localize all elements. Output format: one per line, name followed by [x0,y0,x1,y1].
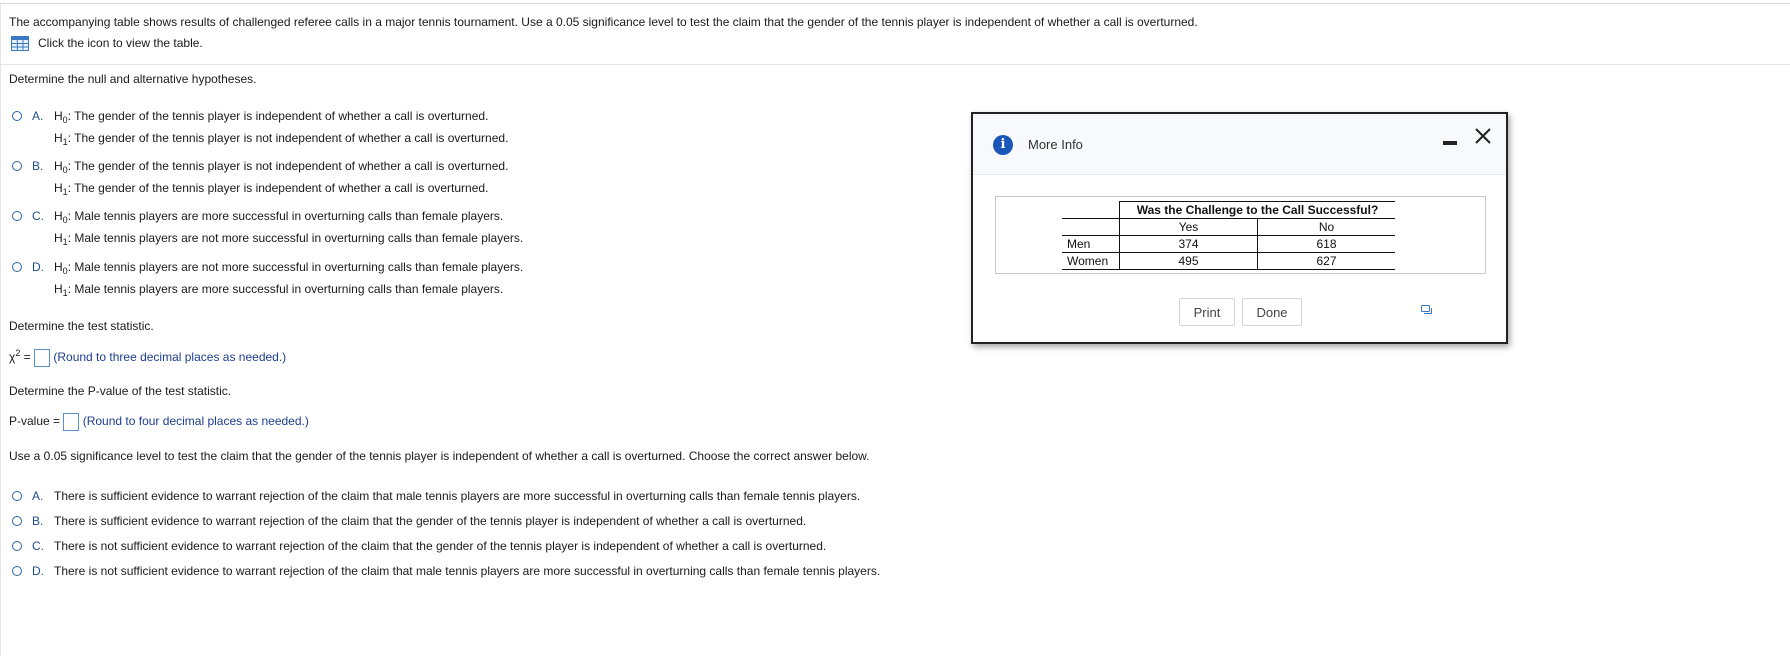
top-border [0,3,1790,4]
close-icon[interactable] [1473,126,1493,146]
conclusion-option-d-text: There is not sufficient evidence to warr… [54,564,881,578]
table-header: Was the Challenge to the Call Successful… [1119,201,1395,219]
hypotheses-prompt: Determine the null and alternative hypot… [9,72,257,86]
column-header-yes: Yes [1119,218,1258,236]
hypothesis-option-b-radio[interactable] [12,161,22,171]
hypothesis-option-b-letter: B. [32,159,44,173]
conclusion-option-a-text: There is sufficient evidence to warrant … [54,489,861,503]
hypothesis-option-d-letter: D. [32,260,44,274]
cell-women-yes: 495 [1119,252,1258,270]
pvalue-input[interactable] [63,413,80,431]
row-label-women: Women [1062,252,1120,270]
conclusion-option-b-letter: B. [32,514,44,528]
minimize-icon[interactable] [1443,141,1457,145]
hypothesis-option-c-radio[interactable] [12,211,22,221]
hypothesis-option-d-radio[interactable] [12,262,22,272]
hypothesis-option-c-h1: H1: Male tennis players are not more suc… [54,231,524,247]
conclusion-option-b-text: There is sufficient evidence to warrant … [54,514,807,528]
test-statistic-input[interactable] [34,349,51,367]
row-label-men: Men [1062,235,1120,253]
pvalue-label: P-value = [9,414,61,429]
cell-women-no: 627 [1257,252,1395,270]
hypothesis-option-a-h1: H1: The gender of the tennis player is n… [54,131,509,147]
test-statistic-row: χ2 = (Round to three decimal places as n… [9,348,287,367]
print-button[interactable]: Print [1179,298,1235,326]
test-statistic-prompt: Determine the test statistic. [9,319,154,333]
more-info-dialog: i More Info Was the Challenge to the Cal… [971,112,1508,344]
info-icon: i [993,135,1013,155]
dialog-title: More Info [1028,137,1083,152]
conclusion-option-c-radio[interactable] [12,541,22,551]
done-button[interactable]: Done [1242,298,1302,326]
cell-men-no: 618 [1257,235,1395,253]
dialog-header: i More Info [973,114,1506,175]
cell-men-yes: 374 [1119,235,1258,253]
hypothesis-option-c-letter: C. [32,209,44,223]
question-intro: The accompanying table shows results of … [9,15,1198,29]
conclusion-prompt: Use a 0.05 significance level to test th… [9,449,870,463]
conclusion-option-c-text: There is not sufficient evidence to warr… [54,539,827,553]
table-icon[interactable] [11,36,29,51]
conclusion-option-a-radio[interactable] [12,491,22,501]
left-border [0,4,1,656]
conclusion-option-b-radio[interactable] [12,516,22,526]
hypothesis-option-d-h0: H0: Male tennis players are not more suc… [54,260,524,276]
conclusion-option-d-radio[interactable] [12,566,22,576]
pvalue-prompt: Determine the P-value of the test statis… [9,384,232,398]
hypothesis-option-a-h0: H0: The gender of the tennis player is i… [54,109,489,125]
contingency-table: Was the Challenge to the Call Successful… [1062,201,1395,270]
hypothesis-option-d-h1: H1: Male tennis players are more success… [54,282,504,298]
conclusion-option-c-letter: C. [32,539,44,553]
view-table-link[interactable]: Click the icon to view the table. [38,36,203,50]
column-header-no: No [1257,218,1395,236]
conclusion-option-d-letter: D. [32,564,44,578]
pvalue-hint: (Round to four decimal places as needed.… [82,414,309,429]
copy-table-icon[interactable] [1421,305,1432,314]
table-container: Was the Challenge to the Call Successful… [995,196,1486,314]
hypothesis-option-b-h0: H0: The gender of the tennis player is n… [54,159,509,175]
hypothesis-option-c-h0: H0: Male tennis players are more success… [54,209,504,225]
pvalue-row: P-value = (Round to four decimal places … [9,413,309,431]
test-statistic-hint: (Round to three decimal places as needed… [53,350,287,365]
hypothesis-option-b-h1: H1: The gender of the tennis player is i… [54,181,489,197]
hypothesis-option-a-radio[interactable] [12,111,22,121]
divider [0,64,1790,65]
conclusion-option-a-letter: A. [32,489,44,503]
hypothesis-option-a-letter: A. [32,109,44,123]
